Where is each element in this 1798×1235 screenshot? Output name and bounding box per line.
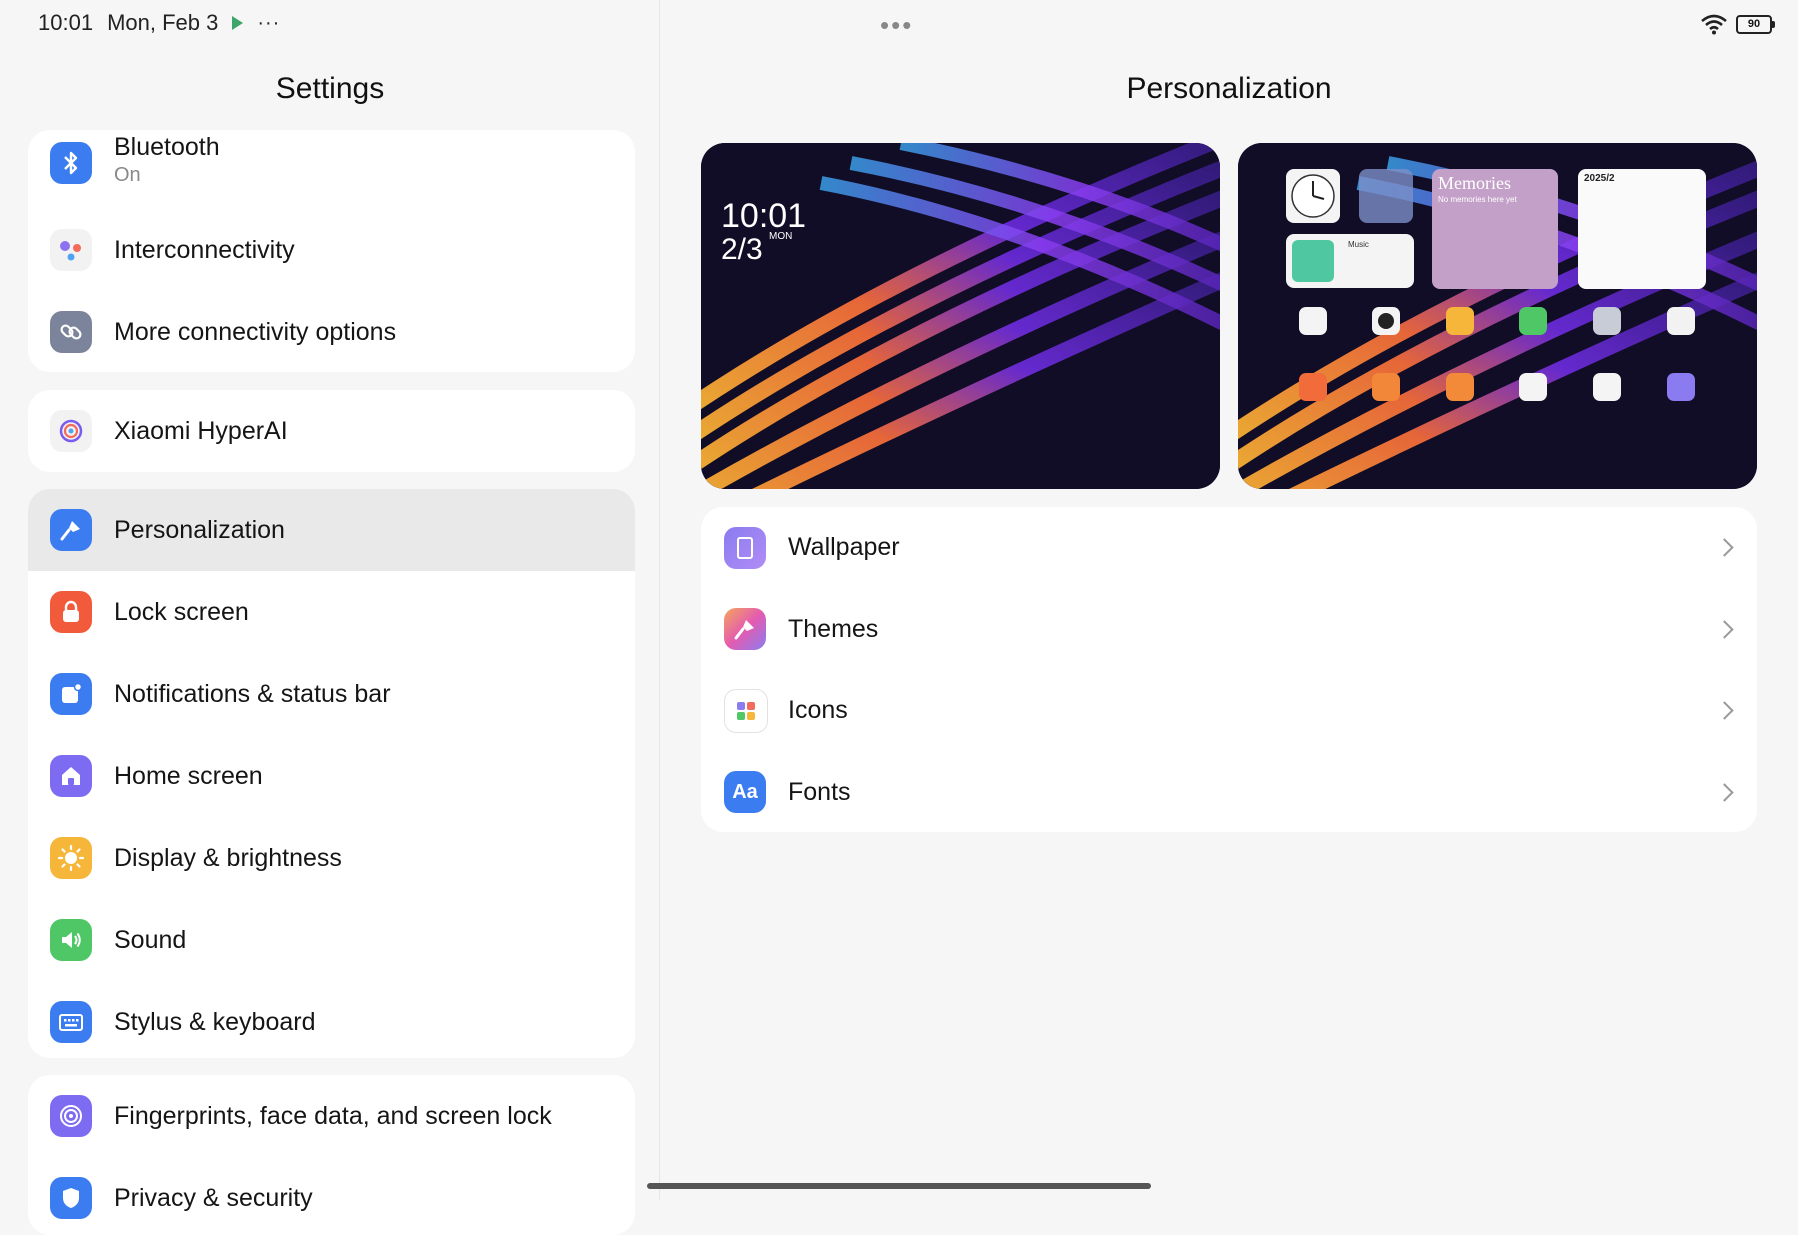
connectivity-card: Bluetooth On Interconnectivity More conn… <box>28 130 635 372</box>
calendar-widget-title: 2025/2 <box>1584 173 1615 184</box>
home-icon <box>50 755 92 797</box>
option-label: Themes <box>788 614 879 643</box>
ai-card: Xiaomi HyperAI <box>28 390 635 472</box>
option-label: Fonts <box>788 777 851 806</box>
battery-level: 90 <box>1747 18 1761 30</box>
settings-item-display[interactable]: Display & brightness <box>28 817 635 899</box>
memories-widget-title: Memories <box>1438 173 1511 193</box>
option-fonts[interactable]: Aa Fonts <box>701 752 1757 834</box>
shield-icon <box>50 1177 92 1219</box>
status-date: Mon, Feb 3 <box>107 10 219 35</box>
sidebar-item-label: Interconnectivity <box>114 235 295 264</box>
interconnectivity-icon <box>50 229 92 271</box>
lock-preview-weekday: MON <box>769 231 793 242</box>
option-wallpaper[interactable]: Wallpaper <box>701 507 1757 589</box>
speaker-icon <box>50 919 92 961</box>
themes-icon <box>724 608 766 651</box>
option-icons[interactable]: Icons <box>701 670 1757 752</box>
bluetooth-icon <box>50 142 92 184</box>
status-time: 10:01 <box>38 10 94 35</box>
sidebar-item-label: Xiaomi HyperAI <box>114 416 288 445</box>
detail-title: Personalization <box>1126 72 1332 105</box>
sidebar-item-label: Personalization <box>114 515 285 544</box>
wallpaper-icon <box>724 526 766 569</box>
settings-item-hyperai[interactable]: Xiaomi HyperAI <box>28 390 635 472</box>
link-icon <box>50 311 92 353</box>
battery-icon: 90 <box>1736 14 1775 34</box>
fonts-icon: Aa <box>724 771 766 814</box>
lock-screen-preview[interactable]: 10:01 2/3 MON <box>701 143 1220 489</box>
chevron-right-icon <box>1715 538 1734 557</box>
music-widget-title: Music <box>1348 240 1369 249</box>
sidebar-item-label: Sound <box>114 925 187 954</box>
lock-preview-date: 2/3 <box>721 233 763 266</box>
settings-item-bluetooth[interactable]: Bluetooth On <box>28 130 635 212</box>
settings-item-interconnectivity[interactable]: Interconnectivity <box>28 209 635 291</box>
play-store-icon <box>232 16 244 30</box>
option-label: Wallpaper <box>788 533 900 562</box>
security-card: Fingerprints, face data, and screen lock… <box>28 1075 635 1235</box>
chevron-right-icon <box>1715 701 1734 720</box>
sidebar-item-label: Privacy & security <box>114 1183 313 1212</box>
settings-item-lock-screen[interactable]: Lock screen <box>28 571 635 653</box>
sidebar-item-label: Bluetooth <box>114 133 220 161</box>
pane-divider <box>659 0 660 1200</box>
chevron-right-icon <box>1715 620 1734 639</box>
sidebar-item-label: More connectivity options <box>114 317 397 346</box>
lock-preview-time: 10:01 <box>721 197 807 235</box>
keyboard-icon <box>50 1001 92 1043</box>
memories-widget-subtitle: No memories here yet <box>1438 195 1517 204</box>
sidebar-item-label: Fingerprints, face data, and screen lock <box>114 1101 552 1130</box>
settings-item-personalization[interactable]: Personalization <box>28 489 635 571</box>
wallpaper-image <box>701 143 1220 489</box>
settings-item-sound[interactable]: Sound <box>28 899 635 981</box>
status-bar-right: 90 <box>1700 13 1775 35</box>
paintbrush-icon <box>50 509 92 551</box>
settings-item-fingerprints[interactable]: Fingerprints, face data, and screen lock <box>28 1075 635 1157</box>
sun-icon <box>50 837 92 879</box>
hyperai-icon <box>50 410 92 452</box>
lock-icon <box>50 591 92 633</box>
settings-item-more-connectivity[interactable]: More connectivity options <box>28 291 635 372</box>
notification-icon <box>50 673 92 715</box>
home-indicator[interactable] <box>647 1183 1151 1189</box>
multiwindow-handle-icon[interactable]: ••• <box>880 10 913 41</box>
sidebar-item-label: Lock screen <box>114 597 249 626</box>
wifi-icon <box>1701 14 1727 35</box>
home-screen-preview[interactable]: Memories No memories here yet 2025/2 Mus… <box>1238 143 1757 489</box>
settings-item-home-screen[interactable]: Home screen <box>28 735 635 817</box>
settings-item-notifications[interactable]: Notifications & status bar <box>28 653 635 735</box>
fingerprint-icon <box>50 1095 92 1137</box>
bluetooth-status: On <box>114 164 141 186</box>
sidebar-item-label: Home screen <box>114 761 263 790</box>
icons-grid-icon <box>724 688 768 733</box>
personalization-options: Wallpaper Themes Icons Aa Fonts <box>701 507 1757 832</box>
settings-item-privacy[interactable]: Privacy & security <box>28 1157 635 1235</box>
sidebar-item-label: Notifications & status bar <box>114 679 391 708</box>
settings-item-stylus-keyboard[interactable]: Stylus & keyboard <box>28 981 635 1058</box>
more-notifications-icon: ··· <box>257 11 281 34</box>
device-card: Personalization Lock screen Notification… <box>28 489 635 1058</box>
sidebar-item-label: Stylus & keyboard <box>114 1007 316 1036</box>
chevron-right-icon <box>1715 783 1734 802</box>
page-title: Settings <box>275 72 385 105</box>
option-label: Icons <box>788 696 848 725</box>
status-bar-left: 10:01 Mon, Feb 3 ··· <box>38 10 280 36</box>
sidebar-item-label: Display & brightness <box>114 843 342 872</box>
option-themes[interactable]: Themes <box>701 589 1757 671</box>
